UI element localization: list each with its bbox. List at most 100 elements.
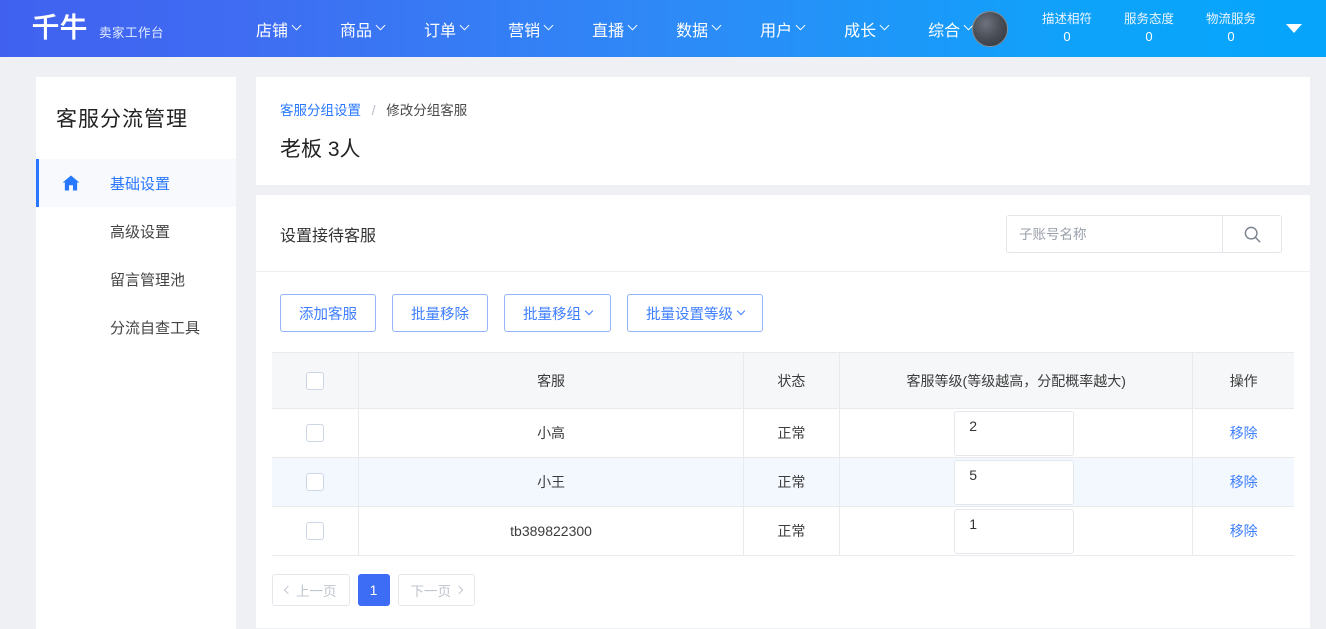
metric-value: 0 (1063, 29, 1071, 45)
metric-label: 描述相符 (1041, 12, 1092, 27)
content-card: 设置接待客服 添加客服 批量移除 批量移组 批量设置等级 (256, 195, 1310, 628)
brand-subtitle: 卖家工作台 (99, 26, 165, 40)
chevron-down-icon (459, 20, 470, 31)
row-status-cell: 正常 (743, 457, 841, 507)
pagination-next-label: 下一页 (410, 584, 452, 599)
level-input[interactable] (954, 509, 1075, 554)
nav-item-label: 商品 (340, 22, 373, 40)
staff-table: 客服 状态 客服等级(等级越高，分配概率越大) 操作 小高正常移除小王正常移除t… (272, 352, 1294, 556)
metric-value: 0 (1145, 29, 1153, 45)
row-checkbox[interactable] (306, 473, 325, 492)
sidebar-item-1[interactable]: 高级设置 (36, 207, 236, 255)
toolbar-button-0[interactable]: 添加客服 (280, 294, 376, 332)
select-all-checkbox[interactable] (306, 371, 325, 390)
row-name-cell: 小王 (358, 457, 744, 507)
nav-item-1[interactable]: 商品 (320, 17, 404, 41)
pagination-prev-label: 上一页 (296, 584, 337, 599)
sidebar-title: 客服分流管理 (56, 108, 188, 131)
toolbar-button-label: 添加客服 (299, 306, 357, 323)
sidebar-item-label: 高级设置 (110, 223, 171, 241)
pagination-next-button[interactable]: 下一页 (397, 574, 475, 606)
toolbar-button-label: 批量设置等级 (646, 306, 733, 323)
chevron-right-icon (454, 585, 464, 595)
row-checkbox[interactable] (306, 424, 325, 443)
row-select-cell (272, 506, 360, 556)
metric-label: 物流服务 (1205, 12, 1256, 27)
column-header-action: 操作 (1192, 352, 1294, 409)
remove-link[interactable]: 移除 (1230, 523, 1258, 539)
row-status-cell: 正常 (743, 408, 841, 458)
breadcrumb-root-link[interactable]: 客服分组设置 (280, 103, 361, 118)
pagination-prev-button[interactable]: 上一页 (272, 574, 350, 606)
page-title: 老板 3人 (280, 138, 361, 161)
nav-item-5[interactable]: 数据 (656, 17, 740, 41)
header-metric-2[interactable]: 物流服务 0 (1206, 11, 1256, 45)
sidebar-item-3[interactable]: 分流自查工具 (36, 303, 236, 351)
nav-item-label: 综合 (928, 22, 961, 40)
level-input[interactable] (954, 460, 1075, 505)
nav-item-label: 成长 (844, 22, 877, 40)
brand-logo-group[interactable]: 千牛 卖家工作台 (32, 15, 164, 42)
sidebar-item-0[interactable]: 基础设置 (36, 159, 236, 207)
chevron-down-icon (711, 20, 722, 31)
row-status-cell: 正常 (743, 506, 841, 556)
pagination-page-1[interactable]: 1 (357, 574, 390, 606)
row-select-cell (272, 408, 360, 458)
nav-item-6[interactable]: 用户 (740, 17, 824, 41)
table-head: 客服 状态 客服等级(等级越高，分配概率越大) 操作 (272, 352, 1294, 409)
remove-link[interactable]: 移除 (1230, 474, 1258, 490)
sidebar: 客服分流管理 基础设置高级设置留言管理池分流自查工具 (36, 77, 236, 629)
nav-item-label: 店铺 (256, 22, 289, 40)
toolbar-button-1[interactable]: 批量移除 (392, 294, 488, 332)
chevron-down-icon (627, 20, 638, 31)
row-checkbox[interactable] (306, 522, 325, 541)
section-header: 设置接待客服 (256, 195, 1310, 272)
toolbar-button-2[interactable]: 批量移组 (504, 294, 611, 332)
sidebar-item-2[interactable]: 留言管理池 (36, 255, 236, 303)
header-metric-0[interactable]: 描述相符 0 (1042, 11, 1092, 45)
toolbar-button-3[interactable]: 批量设置等级 (627, 294, 763, 332)
sidebar-item-label: 基础设置 (110, 175, 171, 193)
metric-label: 服务态度 (1123, 12, 1174, 27)
nav-item-7[interactable]: 成长 (824, 17, 908, 41)
remove-link[interactable]: 移除 (1230, 425, 1258, 441)
action-toolbar: 添加客服 批量移除 批量移组 批量设置等级 (256, 272, 1310, 352)
breadcrumb: 客服分组设置 / 修改分组客服 (280, 99, 1286, 119)
table-header-row: 客服 状态 客服等级(等级越高，分配概率越大) 操作 (272, 352, 1294, 409)
home-icon (62, 175, 80, 191)
row-level-cell (839, 506, 1194, 556)
row-level-cell (839, 408, 1194, 458)
table-body: 小高正常移除小王正常移除tb389822300正常移除 (272, 408, 1294, 556)
chevron-left-icon (283, 585, 293, 595)
nav-item-4[interactable]: 直播 (572, 17, 656, 41)
row-select-cell (272, 457, 360, 507)
level-input[interactable] (954, 411, 1075, 456)
row-action-cell: 移除 (1192, 408, 1294, 458)
nav-item-label: 数据 (676, 22, 709, 40)
page-body: 客服分流管理 基础设置高级设置留言管理池分流自查工具 客服分组设置 / 修改分组… (0, 57, 1326, 629)
avatar[interactable] (971, 10, 1008, 47)
nav-item-2[interactable]: 订单 (404, 17, 488, 41)
toolbar-button-label: 批量移除 (411, 306, 469, 323)
nav-item-3[interactable]: 营销 (488, 17, 572, 41)
column-header-level: 客服等级(等级越高，分配概率越大) (839, 352, 1194, 409)
column-header-status: 状态 (743, 352, 841, 409)
sidebar-item-label: 分流自查工具 (110, 319, 201, 337)
page-header-card: 客服分组设置 / 修改分组客服 老板 3人 (256, 77, 1310, 185)
main-navigation: 店铺 商品 订单 营销 直播 数据 用户 成长 综合 (236, 17, 992, 41)
sidebar-item-label: 留言管理池 (110, 271, 186, 289)
nav-item-label: 用户 (760, 22, 793, 40)
search-button[interactable] (1222, 215, 1282, 253)
row-action-cell: 移除 (1192, 457, 1294, 507)
row-name-cell: tb389822300 (358, 506, 744, 556)
header-metric-1[interactable]: 服务态度 0 (1124, 11, 1174, 45)
toolbar-button-label: 批量移组 (523, 306, 581, 323)
chevron-down-icon (584, 306, 594, 316)
search-input[interactable] (1006, 215, 1222, 253)
nav-item-0[interactable]: 店铺 (236, 17, 320, 41)
nav-item-label: 直播 (592, 22, 625, 40)
section-title: 设置接待客服 (280, 228, 377, 245)
column-header-name: 客服 (358, 352, 744, 409)
header-dropdown-caret-icon[interactable] (1286, 24, 1302, 33)
breadcrumb-separator: / (371, 103, 376, 118)
